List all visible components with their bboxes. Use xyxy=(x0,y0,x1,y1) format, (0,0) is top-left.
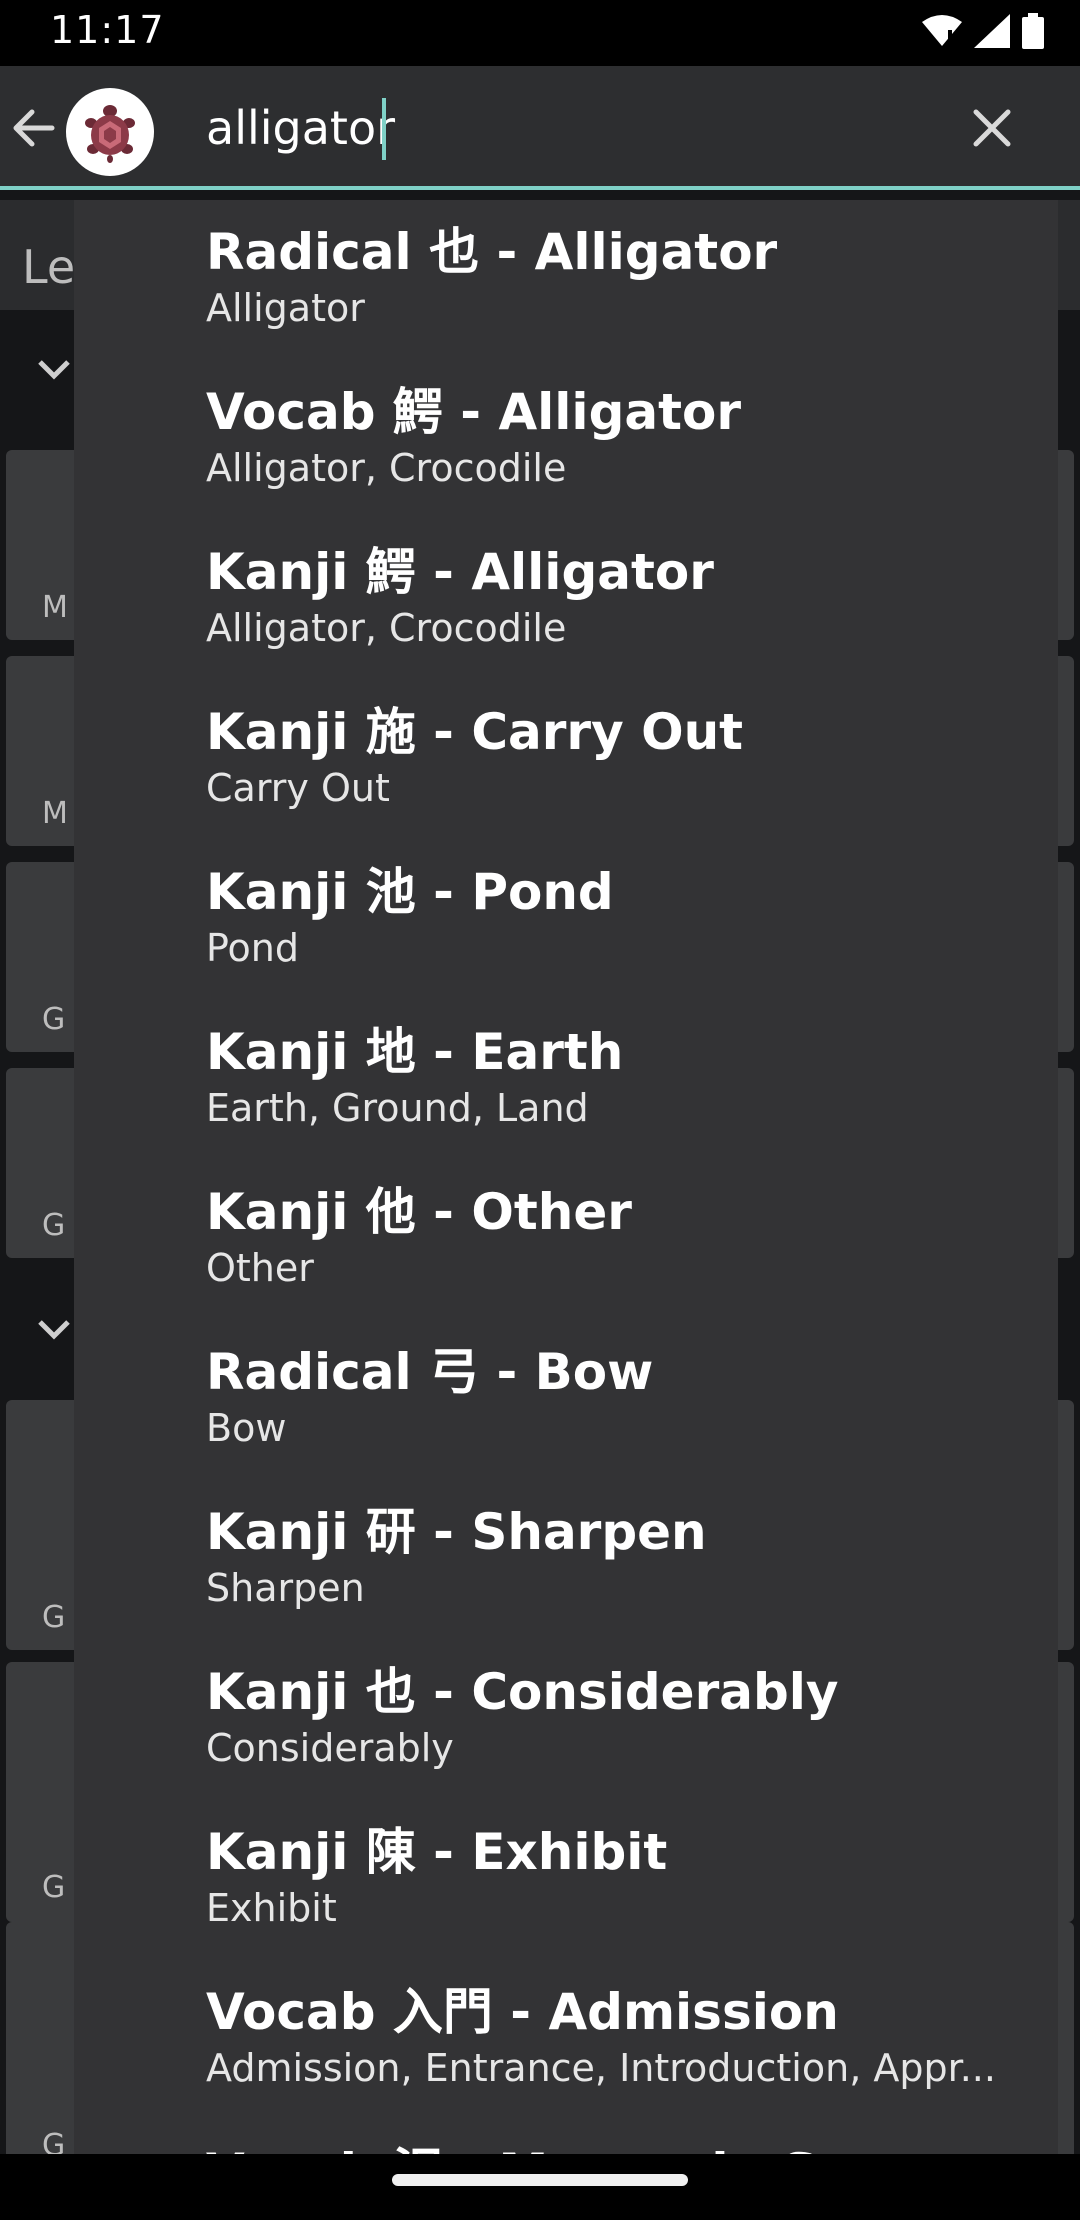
suggestion-item[interactable]: Kanji 研 - Sharpen Sharpen xyxy=(74,1480,1058,1640)
suggestion-item[interactable]: Kanji 他 - Other Other xyxy=(74,1160,1058,1320)
app-logo-avatar[interactable] xyxy=(66,88,154,176)
suggestion-title: Kanji 也 - Considerably xyxy=(206,1663,839,1721)
suggestion-item[interactable]: Kanji 陳 - Exhibit Exhibit xyxy=(74,1800,1058,1960)
suggestion-title: Radical 也 - Alligator xyxy=(206,223,778,281)
status-icons xyxy=(922,13,1044,53)
suggestion-title: Kanji 鰐 - Alligator xyxy=(206,543,714,601)
suggestion-title: Radical 弓 - Bow xyxy=(206,1343,654,1401)
home-gesture-handle[interactable] xyxy=(392,2174,688,2186)
suggestion-subtitle: Sharpen xyxy=(206,1566,365,1610)
suggestion-item[interactable]: Radical 弓 - Bow Bow xyxy=(74,1320,1058,1480)
search-toolbar xyxy=(0,66,1080,190)
wifi-icon xyxy=(922,14,962,52)
suggestion-item[interactable]: Kanji 池 - Pond Pond xyxy=(74,840,1058,1000)
suggestion-title: Kanji 研 - Sharpen xyxy=(206,1503,707,1561)
background-card-label: G xyxy=(42,1600,66,1635)
suggestion-subtitle: Carry Out xyxy=(206,766,390,810)
suggestion-subtitle: Other xyxy=(206,1246,314,1290)
status-bar: 11:17 xyxy=(0,0,1080,66)
app-screen: Le M M G G G G G alligator Radical 也 - A… xyxy=(0,66,1080,2154)
suggestion-subtitle: Considerably xyxy=(206,1726,454,1770)
chevron-down-icon xyxy=(30,1306,78,1354)
background-header-text: Le xyxy=(22,240,76,294)
suggestion-item[interactable]: Kanji 施 - Carry Out Carry Out xyxy=(74,680,1058,840)
suggestion-subtitle: Pond xyxy=(206,926,300,970)
suggestion-item[interactable]: Kanji 地 - Earth Earth, Ground, Land xyxy=(74,1000,1058,1160)
background-card-label: G xyxy=(42,1870,66,1905)
back-arrow-icon[interactable] xyxy=(8,102,60,154)
suggestion-subtitle: Admission, Entrance, Introduction, Appr.… xyxy=(206,2046,996,2090)
signal-icon xyxy=(974,14,1010,52)
background-card-label: G xyxy=(42,2128,66,2154)
close-icon[interactable] xyxy=(966,102,1018,154)
suggestion-title: Kanji 他 - Other xyxy=(206,1183,632,1241)
suggestion-subtitle: Exhibit xyxy=(206,1886,337,1930)
suggestion-subtitle: Bow xyxy=(206,1406,287,1450)
suggestion-title: Kanji 地 - Earth xyxy=(206,1023,624,1081)
suggestion-title: Vocab 入門 - Admission xyxy=(206,1983,839,2041)
suggestion-title: Vocab 沢 - Mountain Stream xyxy=(206,2132,1058,2154)
turtle-icon xyxy=(85,105,135,163)
text-cursor xyxy=(382,98,386,160)
suggestion-subtitle: Alligator, Crocodile xyxy=(206,446,567,490)
suggestion-subtitle: Earth, Ground, Land xyxy=(206,1086,589,1130)
suggestion-subtitle: Alligator xyxy=(206,286,365,330)
suggestion-item[interactable]: Vocab 沢 - Mountain Stream xyxy=(74,2120,1058,2154)
suggestion-item[interactable]: Vocab 鰐 - Alligator Alligator, Crocodile xyxy=(74,360,1058,520)
suggestion-item[interactable]: Kanji 鰐 - Alligator Alligator, Crocodile xyxy=(74,520,1058,680)
background-card-label: G xyxy=(42,1208,66,1243)
suggestion-title: Kanji 施 - Carry Out xyxy=(206,703,744,761)
background-card-label: M xyxy=(42,590,68,625)
suggestion-item[interactable]: Vocab 入門 - Admission Admission, Entrance… xyxy=(74,1960,1058,2120)
background-card-label: M xyxy=(42,796,68,831)
status-time: 11:17 xyxy=(50,8,165,52)
suggestion-item[interactable]: Radical 也 - Alligator Alligator xyxy=(74,200,1058,360)
search-suggestions-list: Radical 也 - Alligator Alligator Vocab 鰐 … xyxy=(74,200,1058,2154)
navigation-bar xyxy=(0,2154,1080,2220)
suggestion-title: Kanji 陳 - Exhibit xyxy=(206,1823,668,1881)
search-input[interactable] xyxy=(206,96,926,160)
battery-icon xyxy=(1022,13,1044,53)
suggestion-item[interactable]: Kanji 也 - Considerably Considerably xyxy=(74,1640,1058,1800)
chevron-down-icon xyxy=(30,346,78,394)
suggestion-title: Kanji 池 - Pond xyxy=(206,863,614,921)
background-card-label: G xyxy=(42,1002,66,1037)
suggestion-subtitle: Alligator, Crocodile xyxy=(206,606,567,650)
suggestion-title: Vocab 鰐 - Alligator xyxy=(206,383,742,441)
